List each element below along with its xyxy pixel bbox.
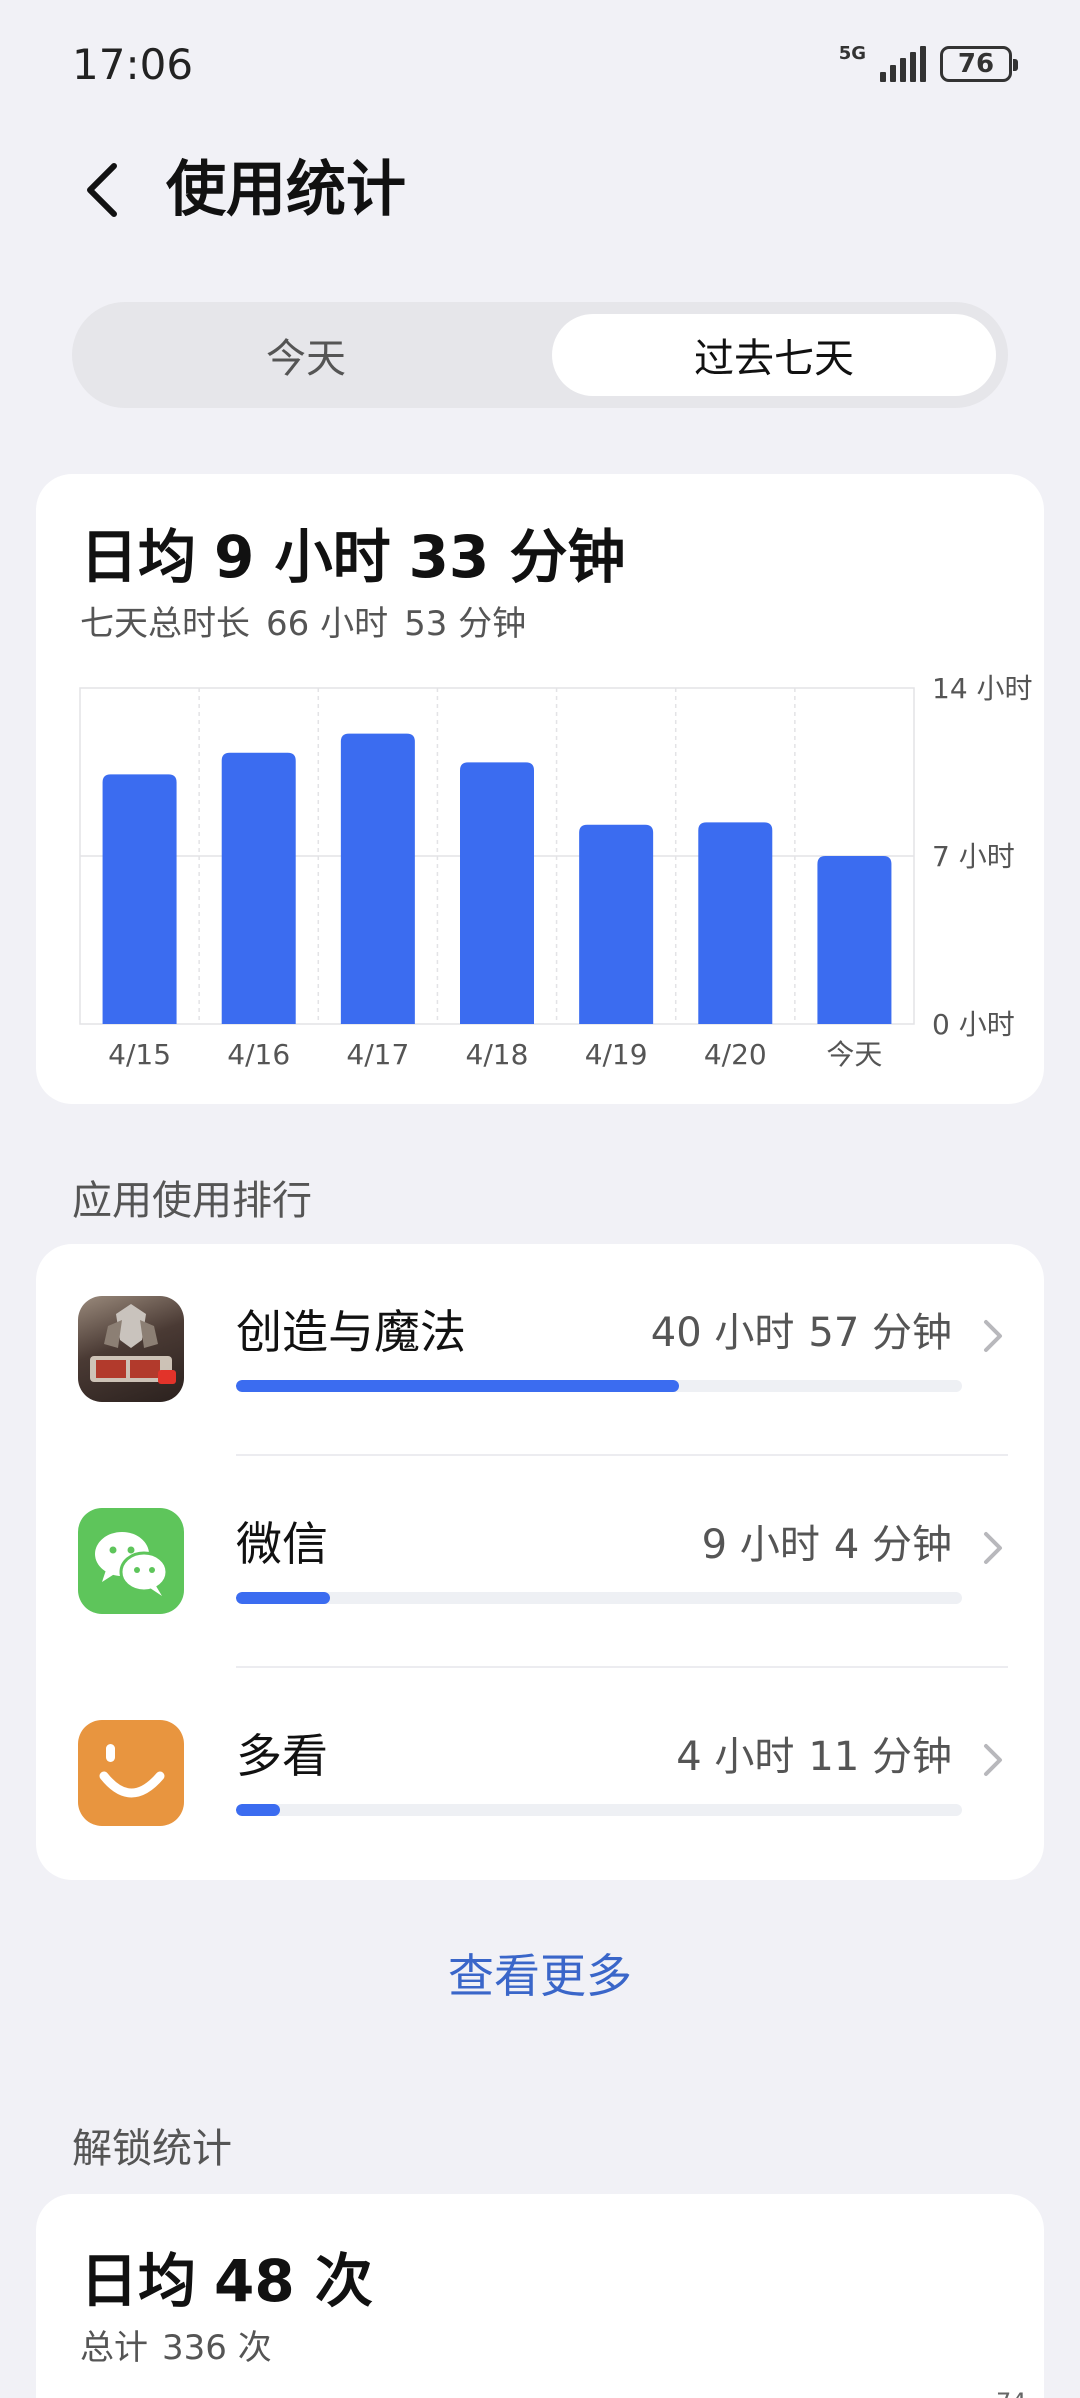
seven-day-total-minutes: 53 分钟: [404, 604, 527, 644]
back-button[interactable]: [70, 150, 134, 230]
chevron-right-icon: [984, 1532, 1002, 1564]
seven-day-total-label: 七天总时长: [80, 604, 250, 644]
app-name: 创造与魔法: [236, 1305, 466, 1359]
usage-progress-fill: [236, 1380, 679, 1392]
app-usage-minutes: 4 分钟: [833, 1522, 952, 1568]
chevron-right-icon: [984, 1320, 1002, 1352]
daily-average: 日均 9 小时 33 分钟: [80, 510, 643, 594]
battery-icon: 76: [940, 46, 1018, 82]
status-indicators: 5G 76: [838, 43, 1018, 84]
app-row-chuangzao[interactable]: 创造与魔法 40 小时 57 分钟: [36, 1244, 1044, 1456]
app-usage-minutes: 11 分钟: [808, 1734, 952, 1780]
unlock-chart-axis-label: 74: [996, 2388, 1027, 2398]
network-type-label: 5G: [838, 43, 866, 64]
usage-progress-track: [236, 1380, 962, 1392]
app-name: 多看: [236, 1729, 328, 1783]
chevron-right-icon: [984, 1744, 1002, 1776]
app-row-duokan[interactable]: 多看 4 小时 11 分钟: [36, 1668, 1044, 1880]
ranking-section-title: 应用使用排行: [72, 1178, 312, 1224]
usage-progress-fill: [236, 1804, 280, 1816]
tab-past-seven-days[interactable]: 过去七天: [552, 314, 996, 396]
app-usage-minutes: 57 分钟: [808, 1310, 952, 1356]
seven-day-total: 七天总时长 66 小时 53 分钟: [80, 596, 542, 645]
unlock-daily-average: 日均 48 次: [80, 2234, 391, 2318]
unlock-total-value: 336 次: [162, 2328, 272, 2368]
battery-level: 76: [957, 49, 995, 79]
wechat-icon: [78, 1508, 184, 1614]
tab-today[interactable]: 今天: [84, 314, 528, 396]
usage-progress-track: [236, 1592, 962, 1604]
app-usage-time: 40 小时 57 分钟: [637, 1300, 952, 1358]
game-app-icon: [78, 1296, 184, 1402]
seven-day-total-hours: 66 小时: [266, 604, 389, 644]
app-usage-hours: 40 小时: [650, 1310, 795, 1356]
unlock-total: 总计 336 次: [80, 2320, 286, 2369]
unlock-average-value: 48 次: [214, 2247, 373, 2315]
view-more-link[interactable]: 查看更多: [0, 1940, 1080, 2006]
usage-progress-track: [236, 1804, 962, 1816]
period-segmented-control: 今天 过去七天: [72, 302, 1008, 408]
back-arrow-icon: [87, 163, 117, 217]
signal-icon: [880, 46, 926, 82]
unlock-average-label: 日均: [80, 2247, 197, 2315]
daily-average-minutes: 33 分钟: [408, 523, 626, 591]
daily-average-hours: 9 小时: [214, 523, 391, 591]
daily-average-label: 日均: [80, 523, 197, 591]
app-usage-hours: 4 小时: [676, 1734, 795, 1780]
app-name: 微信: [236, 1517, 328, 1571]
app-usage-time: 9 小时 4 分钟: [688, 1512, 952, 1570]
app-row-wechat[interactable]: 微信 9 小时 4 分钟: [36, 1456, 1044, 1668]
status-time: 17:06: [72, 40, 194, 89]
unlock-section-title: 解锁统计: [72, 2126, 232, 2172]
page-title: 使用统计: [166, 155, 406, 225]
duokan-icon: [78, 1720, 184, 1826]
unlock-total-label: 总计: [80, 2328, 148, 2368]
usage-progress-fill: [236, 1592, 331, 1604]
app-usage-hours: 9 小时: [701, 1522, 820, 1568]
app-usage-time: 4 小时 11 分钟: [662, 1724, 952, 1782]
